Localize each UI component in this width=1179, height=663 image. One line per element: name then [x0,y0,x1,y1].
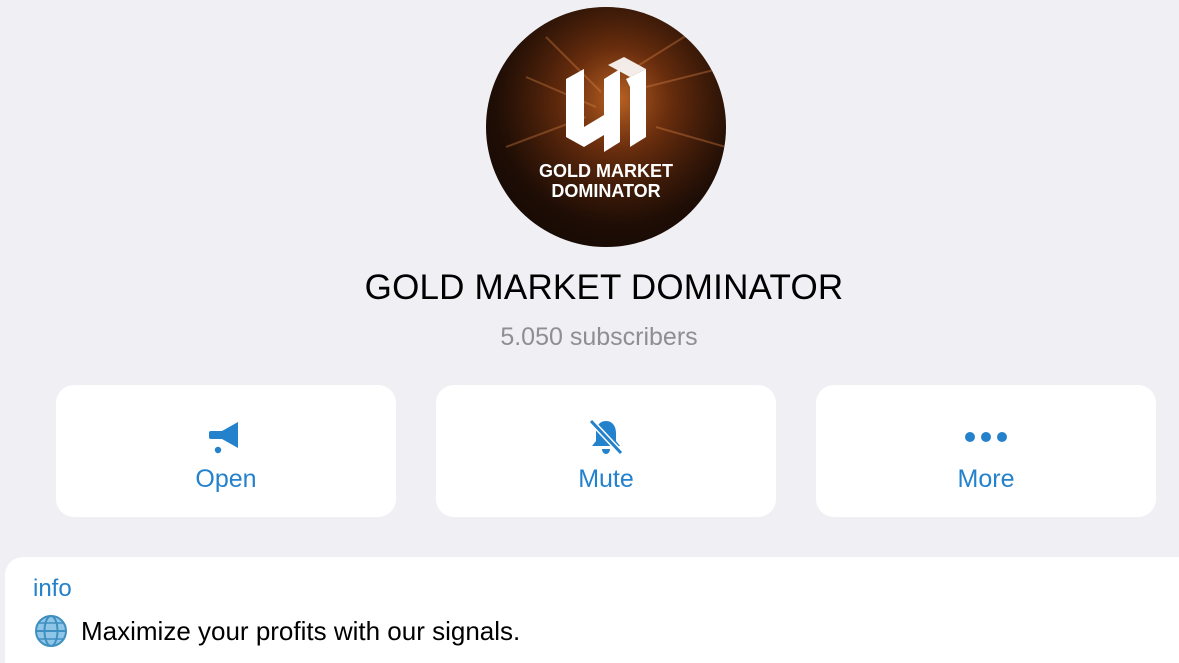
bell-slash-icon [436,417,776,457]
logo-text-line2: DOMINATOR [551,181,660,201]
info-description-row: Maximize your profits with our signals. [33,613,520,649]
info-card: info Maximize your profits with our sign… [5,557,1179,663]
open-label: Open [195,465,257,493]
info-label: info [33,575,72,602]
logo-text-line1: GOLD MARKET [539,161,673,181]
channel-logo: GOLD MARKET DOMINATOR [486,7,726,247]
info-description: Maximize your profits with our signals. [81,615,521,646]
ellipsis-icon [816,417,1156,457]
channel-title: GOLD MARKET DOMINATOR [364,268,844,307]
channel-avatar[interactable]: GOLD MARKET DOMINATOR [486,7,726,247]
channel-profile-page: GOLD MARKET DOMINATOR GOLD MARKET DOMINA… [0,0,1179,663]
mute-button[interactable]: Mute [436,385,776,517]
subscriber-count: 5.050 subscribers [500,323,698,351]
open-button[interactable]: Open [56,385,396,517]
globe-icon [35,615,67,647]
mute-label: Mute [578,465,634,493]
megaphone-icon [56,417,396,457]
more-button[interactable]: More [816,385,1156,517]
more-label: More [957,465,1015,493]
